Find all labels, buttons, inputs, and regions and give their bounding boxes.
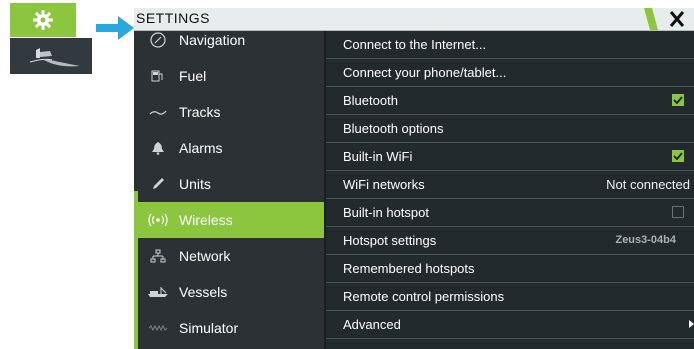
option-remote-control-permissions[interactable]: Remote control permissions <box>326 283 694 311</box>
sidebar-item-units[interactable]: Units <box>138 166 324 202</box>
wireless-icon <box>138 213 178 227</box>
option-label: Bluetooth <box>343 93 398 108</box>
sidebar-item-label: Vessels <box>179 284 228 300</box>
option-builtin-hotspot[interactable]: Built-in hotspot <box>326 199 694 227</box>
close-icon <box>644 8 685 30</box>
hotspot-name-value: Zeus3-04b4 <box>615 234 676 246</box>
option-hotspot-settings[interactable]: Hotspot settings Zeus3-04b4 <box>326 227 694 255</box>
option-builtin-wifi[interactable]: Built-in WiFi <box>326 143 694 171</box>
option-label: WiFi networks <box>343 177 425 192</box>
sidebar-item-label: Fuel <box>179 68 207 84</box>
chevron-right-icon <box>689 320 694 328</box>
bell-icon <box>138 141 178 155</box>
option-label: Connect to the Internet... <box>343 37 487 52</box>
vessel-thumbnail <box>10 38 92 74</box>
option-label: Connect your phone/tablet... <box>343 65 507 80</box>
sidebar-item-network[interactable]: Network <box>138 238 324 274</box>
option-label: Remembered hotspots <box>343 261 475 276</box>
option-bluetooth-options[interactable]: Bluetooth options <box>326 115 694 143</box>
sidebar-item-label: Network <box>179 248 231 264</box>
option-wifi-networks[interactable]: WiFi networks Not connected <box>326 171 694 199</box>
sidebar-item-wireless[interactable]: Wireless <box>138 202 324 238</box>
settings-tile[interactable] <box>10 3 76 37</box>
option-remembered-hotspots[interactable]: Remembered hotspots <box>326 255 694 283</box>
hotspot-checkbox[interactable] <box>672 206 684 218</box>
wireless-options-list: Connect to the Internet... Connect your … <box>326 31 694 349</box>
sidebar-item-label: Simulator <box>179 320 239 336</box>
settings-sidebar: Navigation Fuel Tracks Alarms Units Wire… <box>134 31 324 349</box>
gear-icon <box>33 10 53 30</box>
sidebar-item-label: Alarms <box>179 140 223 156</box>
network-icon <box>138 249 178 263</box>
pencil-icon <box>138 177 178 191</box>
bluetooth-checkbox[interactable] <box>672 94 684 106</box>
option-bluetooth[interactable]: Bluetooth <box>326 87 694 115</box>
sidebar-item-vessels[interactable]: Vessels <box>138 274 324 310</box>
vessel-icon <box>138 286 178 298</box>
sidebar-item-label: Tracks <box>179 104 221 120</box>
track-icon <box>138 107 178 117</box>
settings-dialog: SETTINGS Navigation Fuel Tracks Alarms U… <box>134 8 694 349</box>
wifi-status-value: Not connected <box>606 177 690 192</box>
option-connect-phone[interactable]: Connect your phone/tablet... <box>326 59 694 87</box>
close-button[interactable] <box>644 8 694 30</box>
option-label: Advanced <box>343 317 401 332</box>
boat-icon <box>29 48 80 67</box>
sidebar-item-alarms[interactable]: Alarms <box>138 130 324 166</box>
sidebar-item-navigation[interactable]: Navigation <box>138 22 324 58</box>
simulator-icon <box>138 324 178 332</box>
fuel-pump-icon <box>138 69 178 83</box>
sidebar-item-simulator[interactable]: Simulator <box>138 310 324 346</box>
sidebar-item-fuel[interactable]: Fuel <box>138 58 324 94</box>
check-icon <box>673 152 683 161</box>
option-label: Hotspot settings <box>343 233 437 248</box>
option-label: Remote control permissions <box>343 289 505 304</box>
sidebar-item-label: Wireless <box>179 212 233 228</box>
sidebar-item-label: Units <box>179 176 211 192</box>
option-connect-internet[interactable]: Connect to the Internet... <box>326 31 694 59</box>
option-advanced[interactable]: Advanced <box>326 311 694 339</box>
sidebar-item-label: Navigation <box>179 32 246 48</box>
option-label: Built-in hotspot <box>343 205 429 220</box>
wifi-checkbox[interactable] <box>672 150 684 162</box>
option-label: Bluetooth options <box>343 121 444 136</box>
check-icon <box>673 96 683 105</box>
sidebar-item-tracks[interactable]: Tracks <box>138 94 324 130</box>
compass-icon <box>138 32 178 48</box>
option-label: Built-in WiFi <box>343 149 413 164</box>
callout-arrow-icon <box>96 16 134 45</box>
